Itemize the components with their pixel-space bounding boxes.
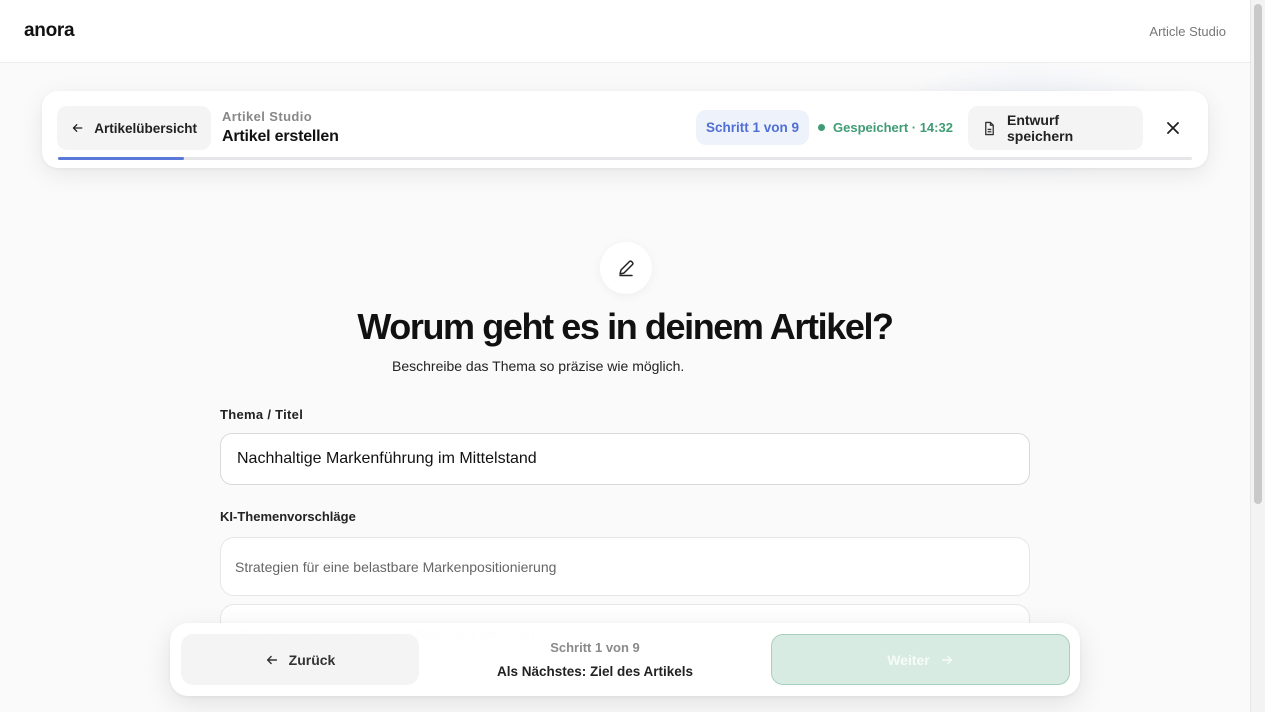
progress-bar <box>58 157 1192 160</box>
status-dot-icon <box>818 124 825 131</box>
arrow-left-icon <box>266 655 277 664</box>
arrow-right-icon <box>941 655 952 664</box>
header-eyebrow: Artikel Studio <box>222 109 313 124</box>
previous-label: Zurück <box>288 651 336 668</box>
close-icon <box>1167 122 1179 134</box>
app-name: Article Studio <box>1149 23 1226 39</box>
back-to-overview-label: Artikelübersicht <box>94 120 197 136</box>
app-bar: anora Article Studio <box>0 0 1250 63</box>
save-draft-button[interactable]: Entwurf speichern <box>968 106 1143 150</box>
step-indicator: Schritt 1 von 9 <box>696 110 810 145</box>
save-draft-label: Entwurf speichern <box>1006 112 1074 144</box>
page-title: Worum geht es in deinem Artikel? <box>357 306 894 347</box>
header-title: Artikel erstellen <box>222 128 339 145</box>
next-label: Weiter <box>887 651 930 668</box>
document-icon <box>985 121 994 135</box>
topic-label: Thema / Titel <box>220 407 304 422</box>
footer-step: Schritt 1 von 9 <box>550 640 640 655</box>
pencil-icon <box>619 260 634 277</box>
step-summary: Schritt 1 von 9 Als Nächstes: Ziel des A… <box>430 640 760 679</box>
scrollbar[interactable] <box>1250 0 1265 712</box>
arrow-left-icon <box>72 124 83 132</box>
next-button[interactable]: Weiter <box>771 634 1070 685</box>
save-status-label: Gespeichert · 14:32 <box>833 120 953 135</box>
suggestions-label: KI-Themenvorschläge <box>220 509 356 524</box>
back-to-overview-button[interactable]: Artikelübersicht <box>57 106 211 150</box>
suggestion-item[interactable]: Strategien für eine belastbare Markenpos… <box>220 537 1030 596</box>
progress-fill <box>58 157 184 160</box>
close-button[interactable] <box>1160 115 1186 141</box>
page-subtitle: Beschreibe das Thema so präzise wie mögl… <box>392 358 685 374</box>
save-status: Gespeichert · 14:32 <box>818 110 953 145</box>
app-logo[interactable]: anora <box>24 20 75 42</box>
previous-button[interactable]: Zurück <box>181 634 419 685</box>
header-title-block: Artikel Studio Artikel erstellen <box>222 109 339 146</box>
topic-input[interactable] <box>220 433 1030 485</box>
editor-header: Artikelübersicht Artikel Studio Artikel … <box>42 91 1208 168</box>
pencil-icon-badge <box>600 242 652 294</box>
step-navigation: Zurück Schritt 1 von 9 Als Nächstes: Zie… <box>170 623 1080 696</box>
scrollbar-thumb[interactable] <box>1254 4 1262 504</box>
next-step-hint: Als Nächstes: Ziel des Artikels <box>496 664 694 679</box>
